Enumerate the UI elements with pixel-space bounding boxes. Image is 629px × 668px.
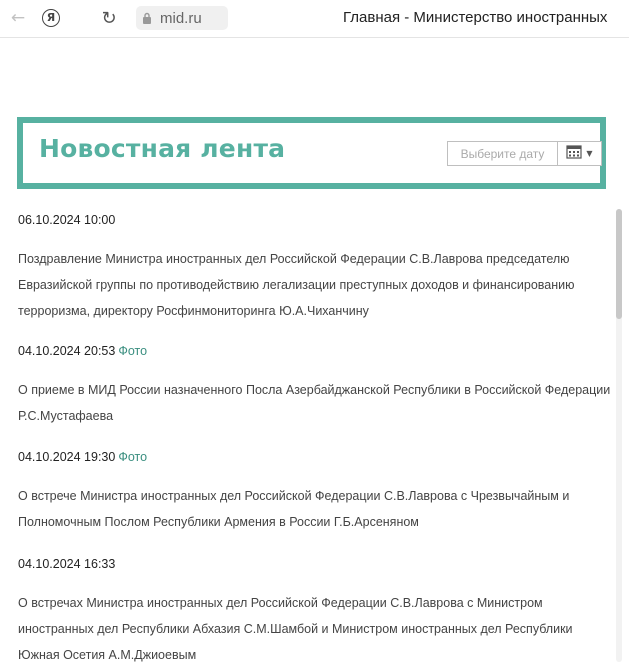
news-scrollbar[interactable] <box>616 209 622 662</box>
date-picker-input[interactable]: Выберите дату <box>447 141 558 166</box>
news-date: 04.10.2024 16:33 <box>18 554 613 574</box>
news-feed-header: Новостная лента Выберите дату ▼ <box>17 117 606 189</box>
news-item: 04.10.2024 16:33 О встречах Министра ино… <box>18 554 613 668</box>
back-arrow-icon[interactable]: ← <box>7 7 29 29</box>
news-date: 06.10.2024 10:00 <box>18 210 613 230</box>
news-item: 06.10.2024 10:00 Поздравление Министра и… <box>18 210 613 324</box>
reload-icon[interactable]: ↻ <box>98 7 120 29</box>
page-title: Главная - Министерство иностранных <box>343 9 608 26</box>
photo-link[interactable]: Фото <box>118 344 147 358</box>
chevron-down-icon: ▼ <box>586 149 593 158</box>
news-item: 04.10.2024 20:53 Фото О приеме в МИД Росс… <box>18 341 613 429</box>
news-date-text: 04.10.2024 19:30 <box>18 450 116 464</box>
yandex-icon[interactable]: Я <box>40 7 62 29</box>
news-headline-link[interactable]: Поздравление Министра иностранных дел Ро… <box>18 246 613 324</box>
browser-toolbar: ← Я ↻ mid.ru Главная - Министерство инос… <box>0 0 629 38</box>
news-date-text: 04.10.2024 16:33 <box>18 557 116 571</box>
lock-icon <box>136 12 158 24</box>
calendar-icon <box>566 144 583 163</box>
news-date-text: 04.10.2024 20:53 <box>18 344 116 358</box>
news-date-text: 06.10.2024 10:00 <box>18 213 116 227</box>
calendar-dropdown-button[interactable]: ▼ <box>558 141 602 166</box>
photo-link[interactable]: Фото <box>118 450 147 464</box>
news-item: 04.10.2024 19:30 Фото О встрече Министра … <box>18 447 613 535</box>
news-date: 04.10.2024 19:30 Фото <box>18 447 613 467</box>
news-headline-link[interactable]: О встречах Министра иностранных дел Росс… <box>18 590 613 668</box>
url-text: mid.ru <box>160 9 202 27</box>
news-feed-title: Новостная лента <box>39 134 286 163</box>
scrollbar-thumb[interactable] <box>616 209 622 319</box>
news-headline-link[interactable]: О приеме в МИД России назначенного Посла… <box>18 377 613 429</box>
news-date: 04.10.2024 20:53 Фото <box>18 341 613 361</box>
news-headline-link[interactable]: О встрече Министра иностранных дел Росси… <box>18 483 613 535</box>
address-bar[interactable]: mid.ru <box>136 6 228 30</box>
